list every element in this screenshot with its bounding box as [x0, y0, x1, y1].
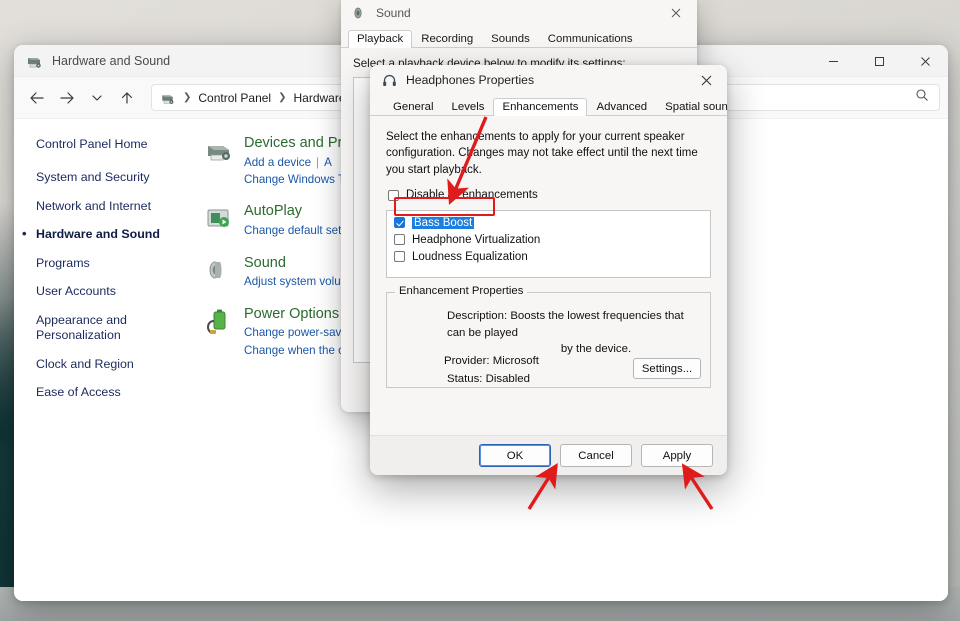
enhancement-label: Headphone Virtualization [412, 233, 541, 246]
enhancement-item-loudness-equalization[interactable]: Loudness Equalization [390, 248, 707, 265]
category-title[interactable]: AutoPlay [244, 203, 341, 220]
tab-spatial-sound[interactable]: Spatial sound [656, 98, 727, 116]
settings-button[interactable]: Settings... [633, 358, 701, 380]
enhancement-item-bass-boost[interactable]: Bass Boost [390, 214, 707, 231]
status-text: Status: Disabled [447, 373, 530, 386]
headphones-dialog-tabs: General Levels Enhancements Advanced Spa… [370, 95, 727, 116]
ok-button[interactable]: OK [479, 444, 551, 467]
sidebar-item-system-and-security[interactable]: System and Security [36, 170, 190, 186]
chevron-down-icon[interactable] [82, 83, 112, 113]
link-advanced[interactable]: A [324, 156, 332, 169]
headphones-dialog-titlebar: Headphones Properties [370, 65, 727, 95]
enhancement-label: Bass Boost [412, 216, 475, 229]
breadcrumb-separator: ❯ [278, 92, 287, 103]
close-icon[interactable] [655, 0, 697, 26]
enhancement-label: Loudness Equalization [412, 250, 528, 263]
sound-icon [352, 6, 366, 20]
description-label: Description: [447, 310, 508, 323]
category-title[interactable]: Sound [244, 255, 341, 272]
tab-recording[interactable]: Recording [412, 30, 482, 48]
sidebar-item-network-and-internet[interactable]: Network and Internet [36, 199, 190, 215]
category-title[interactable]: Power Options [244, 306, 344, 323]
sound-dialog-tabs: Playback Recording Sounds Communications [341, 26, 697, 48]
sidebar-item-control-panel-home[interactable]: Control Panel Home [36, 137, 190, 151]
sound-speaker-icon [196, 255, 242, 291]
enhancement-item-headphone-virtualization[interactable]: Headphone Virtualization [390, 231, 707, 248]
maximize-icon[interactable] [856, 45, 902, 77]
search-input[interactable] [725, 84, 940, 111]
tab-communications[interactable]: Communications [539, 30, 642, 48]
devices-printers-icon [196, 135, 242, 188]
category-link-secondary[interactable]: Change Windows T [244, 171, 345, 188]
close-icon[interactable] [685, 65, 727, 95]
sidebar-item-appearance-and-personalization[interactable]: Appearance and Personalization [36, 313, 132, 344]
description-text: Description: Boosts the lowest frequenci… [447, 308, 705, 357]
control-panel-icon [159, 91, 176, 105]
search-icon [915, 88, 929, 107]
printer-speaker-icon [25, 53, 43, 69]
headphones-icon [382, 73, 397, 88]
category-links: Add a device | A [244, 154, 345, 171]
provider-text: Provider: Microsoft [444, 355, 539, 368]
checkbox-box[interactable] [394, 234, 405, 246]
window-controls [810, 45, 948, 77]
tab-levels[interactable]: Levels [443, 98, 494, 116]
window-title: Hardware and Sound [52, 53, 171, 68]
breadcrumb-control-panel[interactable]: Control Panel [198, 91, 271, 105]
forward-arrow-icon[interactable] [52, 83, 82, 113]
control-panel-sidebar: Control Panel Home System and Security N… [14, 119, 190, 601]
sound-dialog-titlebar: Sound [341, 0, 697, 26]
minimize-icon[interactable] [810, 45, 856, 77]
sound-dialog-title: Sound [376, 6, 411, 20]
checkbox-box[interactable] [394, 251, 405, 263]
back-arrow-icon[interactable] [22, 83, 52, 113]
sidebar-item-hardware-and-sound[interactable]: Hardware and Sound [22, 226, 190, 243]
sidebar-item-ease-of-access[interactable]: Ease of Access [36, 385, 190, 401]
enhancements-list[interactable]: Bass Boost Headphone Virtualization Loud… [386, 210, 711, 279]
power-battery-icon [196, 306, 242, 359]
category-link[interactable]: Change power-sav [244, 324, 344, 341]
link-divider: | [316, 155, 320, 169]
up-arrow-icon[interactable] [112, 83, 142, 113]
category-title[interactable]: Devices and Pr [244, 135, 345, 152]
tab-advanced[interactable]: Advanced [587, 98, 656, 116]
breadcrumb-separator: ❯ [183, 92, 192, 103]
category-link[interactable]: Adjust system volu [244, 273, 341, 290]
headphones-dialog-body: Select the enhancements to apply for you… [370, 116, 727, 475]
autoplay-icon [196, 203, 242, 239]
tab-enhancements[interactable]: Enhancements [493, 98, 588, 116]
checkbox-box[interactable] [394, 217, 405, 229]
cancel-button[interactable]: Cancel [560, 444, 632, 467]
enhancement-properties-group: Enhancement Properties Description: Boos… [386, 285, 711, 389]
group-legend: Enhancement Properties [395, 285, 528, 298]
close-icon[interactable] [902, 45, 948, 77]
tab-sounds[interactable]: Sounds [482, 30, 539, 48]
sidebar-item-programs[interactable]: Programs [36, 256, 190, 272]
apply-button[interactable]: Apply [641, 444, 713, 467]
tab-general[interactable]: General [384, 98, 443, 116]
bass-boost-highlight-box [394, 197, 495, 216]
enhancements-intro-text: Select the enhancements to apply for you… [386, 131, 698, 176]
category-link[interactable]: Change default set [244, 222, 341, 239]
headphones-dialog-footer: OK Cancel Apply [370, 435, 727, 475]
headphones-properties-dialog: Headphones Properties General Levels Enh… [370, 65, 727, 475]
link-add-a-device[interactable]: Add a device [244, 156, 311, 169]
sidebar-item-user-accounts[interactable]: User Accounts [36, 284, 190, 300]
tab-playback[interactable]: Playback [348, 30, 413, 48]
sidebar-item-clock-and-region[interactable]: Clock and Region [36, 357, 190, 373]
headphones-dialog-title: Headphones Properties [406, 73, 535, 87]
category-link-secondary[interactable]: Change when the c [244, 342, 344, 359]
